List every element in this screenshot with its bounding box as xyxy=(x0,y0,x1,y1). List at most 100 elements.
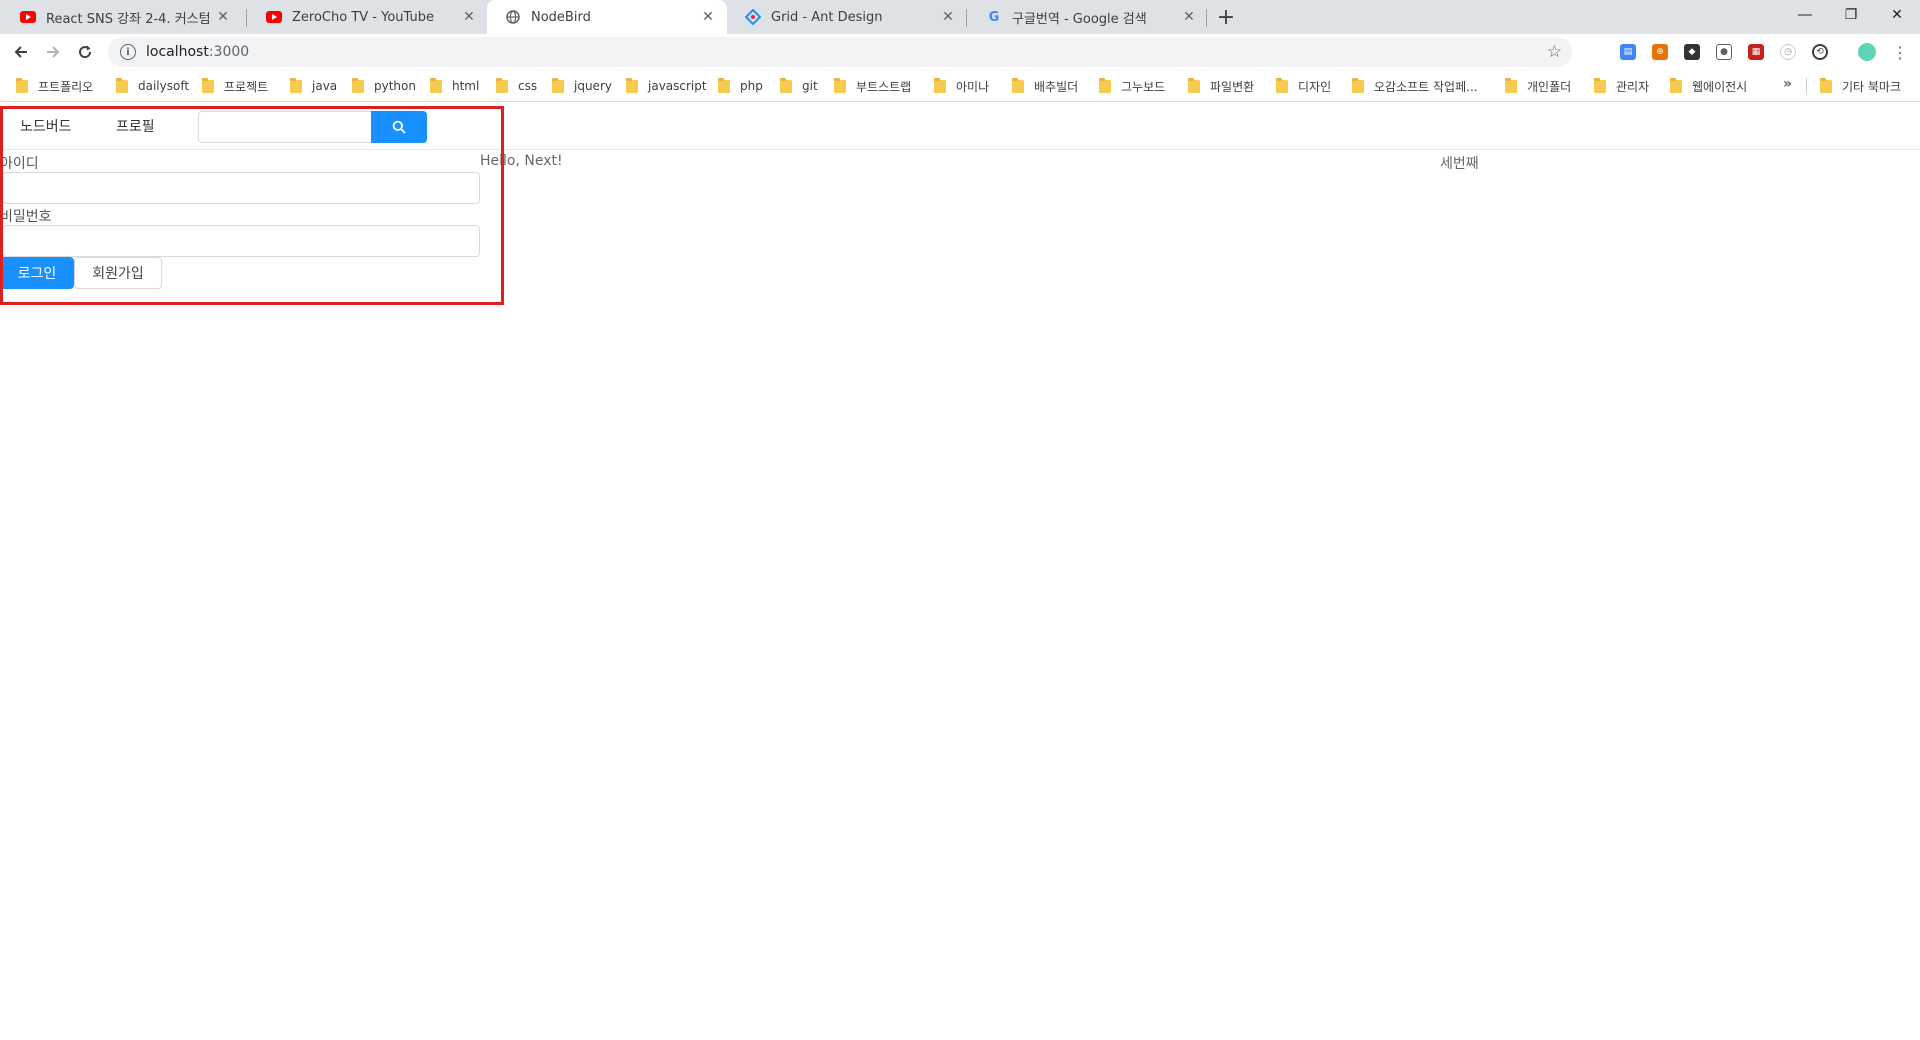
password-input[interactable] xyxy=(2,225,480,257)
bookmark-folder[interactable]: javascript xyxy=(626,77,707,95)
reload-icon[interactable] xyxy=(71,39,99,65)
camera-icon[interactable]: ● xyxy=(1716,44,1732,60)
menu-item-profile[interactable]: 프로필 xyxy=(116,116,155,136)
ant-design-icon xyxy=(745,9,761,25)
browser-toolbar: i localhost:3000 ☆ ▤ ⊕ ◆ ● ▦ ◷ ⟲ ⋮ xyxy=(0,34,1920,70)
folder-icon xyxy=(834,77,846,93)
tab-nodebird[interactable]: NodeBird ✕ xyxy=(487,0,727,34)
google-icon: G xyxy=(988,9,1000,25)
bookmark-folder[interactable]: 웹에이전시 xyxy=(1670,77,1747,95)
bookmark-folder[interactable]: 프로젝트 xyxy=(202,77,268,95)
extension-orange-icon[interactable]: ⊕ xyxy=(1652,44,1668,60)
search-button[interactable] xyxy=(371,111,427,143)
other-bookmarks-folder[interactable]: 기타 북마크 xyxy=(1820,77,1901,95)
bookmark-folder[interactable]: 배추빌더 xyxy=(1012,77,1078,95)
bookmark-folder[interactable]: 오감소프트 작업페... xyxy=(1352,77,1478,95)
minimize-icon[interactable]: ― xyxy=(1782,0,1828,30)
tab-title: React SNS 강좌 2-4. 커스텀 훅 xyxy=(46,11,214,27)
bookmark-star-icon[interactable]: ☆ xyxy=(1547,42,1562,62)
bookmark-label: html xyxy=(452,79,480,93)
bookmark-label: git xyxy=(802,79,818,93)
bookmark-folder[interactable]: java xyxy=(290,77,337,95)
folder-icon xyxy=(16,77,28,93)
tab-separator xyxy=(1206,9,1207,27)
url-host: localhost xyxy=(146,44,209,60)
folder-icon xyxy=(496,77,508,93)
tab-zerocho-tv[interactable]: ZeroCho TV - YouTube ✕ xyxy=(248,0,488,34)
close-icon[interactable]: ✕ xyxy=(699,8,717,26)
bookmark-folder[interactable]: 디자인 xyxy=(1276,77,1331,95)
signup-button[interactable]: 회원가입 xyxy=(74,257,162,289)
extension-sync-icon[interactable]: ⟲ xyxy=(1812,44,1828,60)
bookmark-folder[interactable]: 부트스트랩 xyxy=(834,77,911,95)
bookmark-folder[interactable]: git xyxy=(780,77,818,95)
bookmark-folder[interactable]: jquery xyxy=(552,77,612,95)
folder-icon xyxy=(626,77,638,93)
bookmark-label: 기타 북마크 xyxy=(1842,79,1902,94)
bookmark-folder[interactable]: html xyxy=(430,77,479,95)
id-input[interactable] xyxy=(2,172,480,204)
restore-icon[interactable]: ❐ xyxy=(1828,0,1874,30)
extension-translate-icon[interactable]: ▤ xyxy=(1620,44,1636,60)
bookmark-label: 아미나 xyxy=(956,79,990,94)
close-icon[interactable]: ✕ xyxy=(1180,8,1198,26)
menu-item-home[interactable]: 노드버드 xyxy=(20,116,72,136)
bookmark-folder[interactable]: css xyxy=(496,77,537,95)
bookmark-label: 부트스트랩 xyxy=(856,79,912,94)
folder-icon xyxy=(116,77,128,93)
extension-fox-icon[interactable]: ◆ xyxy=(1684,44,1700,60)
folder-icon xyxy=(1188,77,1200,93)
folder-icon xyxy=(352,77,364,93)
extension-clock-icon[interactable]: ◷ xyxy=(1780,44,1796,60)
search-input[interactable] xyxy=(198,111,371,143)
folder-icon xyxy=(1505,77,1517,93)
middle-column-text: Hello, Next! xyxy=(480,153,563,169)
bookmark-label: 프트폴리오 xyxy=(38,79,94,94)
bookmark-label: python xyxy=(374,79,416,93)
folder-icon xyxy=(1594,77,1606,93)
menu-kebab-icon[interactable]: ⋮ xyxy=(1886,39,1914,65)
folder-icon xyxy=(780,77,792,93)
bookmarks-overflow-button[interactable]: » xyxy=(1783,76,1792,92)
close-icon[interactable]: ✕ xyxy=(214,8,232,26)
back-arrow-icon[interactable] xyxy=(7,39,35,65)
bookmark-label: 프로젝트 xyxy=(224,79,269,94)
address-bar[interactable]: i localhost:3000 ☆ xyxy=(108,37,1572,67)
close-icon[interactable]: ✕ xyxy=(460,8,478,26)
bookmark-label: css xyxy=(518,79,538,93)
tab-grid-ant-design[interactable]: Grid - Ant Design ✕ xyxy=(727,0,967,34)
bookmark-folder[interactable]: 프트폴리오 xyxy=(16,77,93,95)
bookmark-folder[interactable]: 개인폴더 xyxy=(1505,77,1571,95)
folder-icon xyxy=(1352,77,1364,93)
bookmark-label: 파일변환 xyxy=(1210,79,1255,94)
bookmark-folder[interactable]: dailysoft xyxy=(116,77,189,95)
site-info-icon[interactable]: i xyxy=(120,44,136,60)
forward-arrow-icon[interactable] xyxy=(39,39,67,65)
profile-avatar-icon[interactable] xyxy=(1858,43,1876,61)
browser-tab-strip: React SNS 강좌 2-4. 커스텀 훅 ✕ ZeroCho TV - Y… xyxy=(0,0,1920,34)
window-close-icon[interactable]: ✕ xyxy=(1874,0,1920,30)
bookmark-folder[interactable]: 아미나 xyxy=(934,77,989,95)
bookmark-label: dailysoft xyxy=(138,79,190,93)
tab-google-translate[interactable]: G 구글번역 - Google 검색 ✕ xyxy=(968,0,1208,34)
top-menu: 노드버드 프로필 xyxy=(0,103,1920,150)
bookmark-folder[interactable]: php xyxy=(718,77,763,95)
tab-react-sns[interactable]: React SNS 강좌 2-4. 커스텀 훅 ✕ xyxy=(2,0,242,34)
tab-title: NodeBird xyxy=(531,9,591,25)
bookmark-label: 디자인 xyxy=(1298,79,1332,94)
folder-icon xyxy=(718,77,730,93)
login-button[interactable]: 로그인 xyxy=(0,257,74,289)
new-tab-button[interactable]: + xyxy=(1212,4,1240,30)
bookmark-folder[interactable]: 파일변환 xyxy=(1188,77,1254,95)
bookmark-folder[interactable]: 그누보드 xyxy=(1099,77,1165,95)
extension-red-icon[interactable]: ▦ xyxy=(1748,44,1764,60)
folder-icon xyxy=(1276,77,1288,93)
close-icon[interactable]: ✕ xyxy=(939,8,957,26)
page-content: 노드버드 프로필 아이디 비밀번호 로그인 회원가입 Hello, Next! … xyxy=(0,103,1920,1040)
bookmark-label: jquery xyxy=(574,79,612,93)
bookmark-folder[interactable]: 관리자 xyxy=(1594,77,1649,95)
bookmark-folder[interactable]: python xyxy=(352,77,416,95)
bookmark-label: 개인폴더 xyxy=(1527,79,1572,94)
folder-icon xyxy=(552,77,564,93)
folder-icon xyxy=(290,77,302,93)
